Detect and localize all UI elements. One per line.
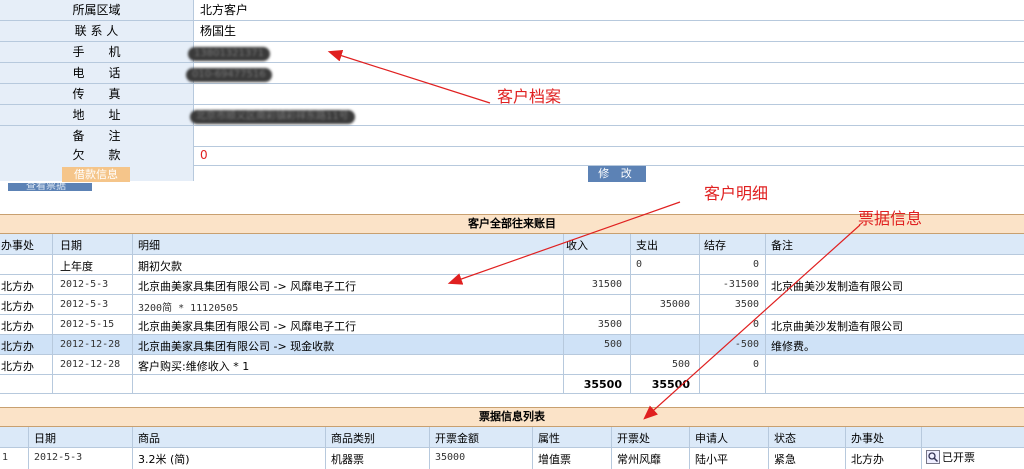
annotation-arrows	[327, 49, 861, 420]
annotation-arrow-invoice	[643, 224, 861, 420]
annotation-detail: 客户明细	[704, 184, 769, 203]
annotation-profile: 客户档案	[497, 87, 562, 106]
annotation-invoice: 票据信息	[858, 209, 923, 228]
annotation-arrow-profile	[327, 49, 491, 104]
annotation-arrow-detail	[447, 201, 681, 285]
